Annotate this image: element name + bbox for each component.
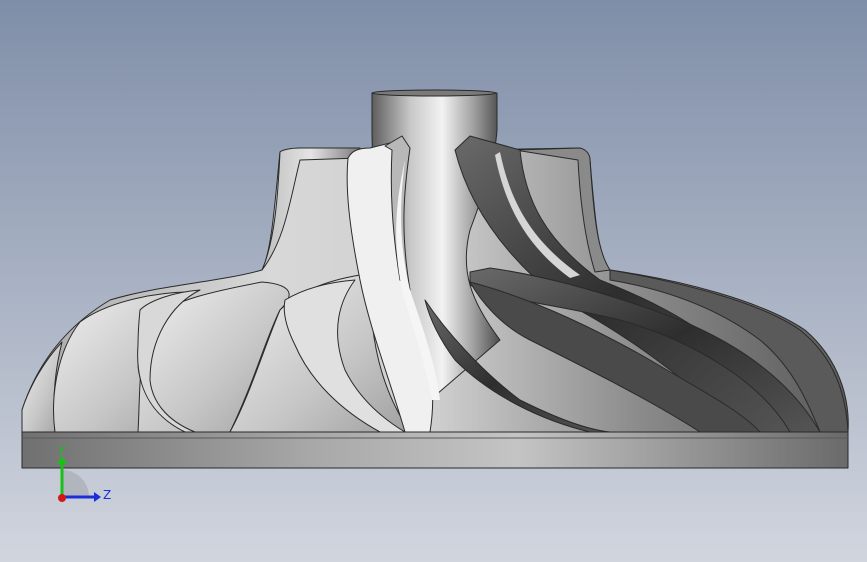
3d-viewport[interactable]: Y Z bbox=[0, 0, 867, 562]
z-axis-label: Z bbox=[103, 488, 111, 502]
base-plate bbox=[21, 431, 849, 469]
viewport-canvas[interactable]: Y Z bbox=[0, 0, 867, 562]
hub-top-face bbox=[371, 89, 497, 97]
x-axis-dot bbox=[58, 494, 66, 502]
y-axis-label: Y bbox=[57, 444, 66, 458]
